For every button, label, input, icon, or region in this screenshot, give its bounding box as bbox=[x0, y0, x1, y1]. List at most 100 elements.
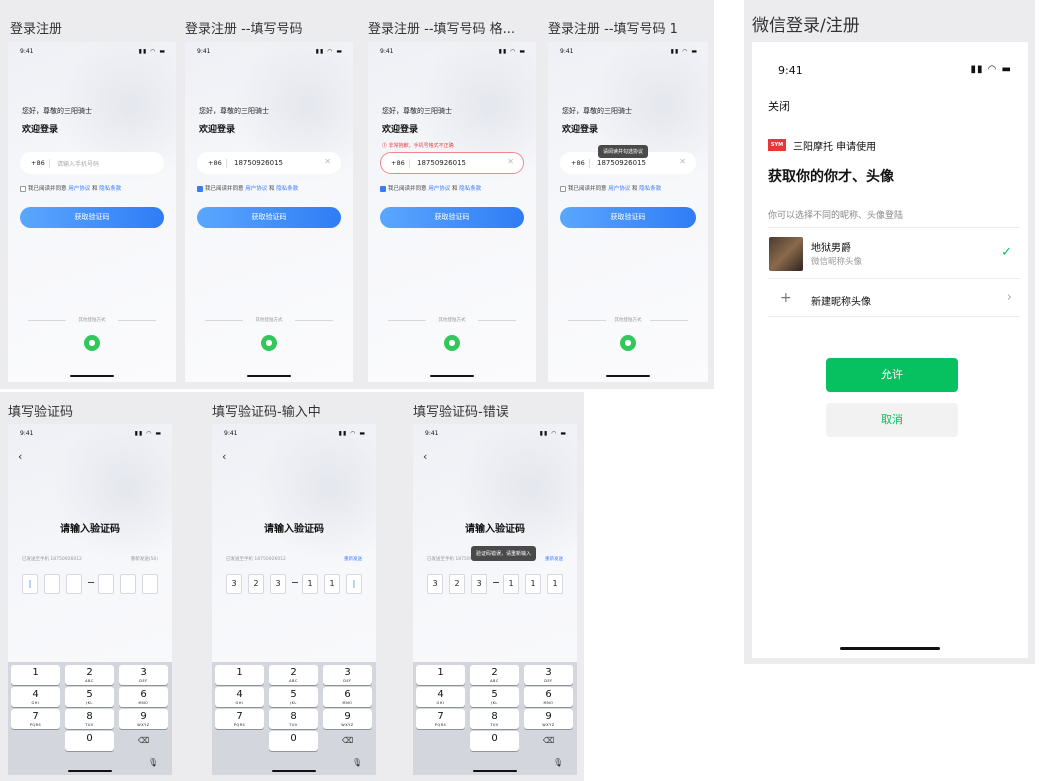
clear-icon[interactable]: ✕ bbox=[324, 157, 331, 166]
keypad-key[interactable]: 4 GHI bbox=[215, 687, 264, 707]
code-box[interactable]: 3 bbox=[427, 574, 443, 594]
cancel-button[interactable]: 取消 bbox=[826, 403, 958, 437]
keypad-key[interactable]: 9 WXYZ bbox=[323, 709, 372, 729]
phone-input[interactable]: +86 请输入手机号码 bbox=[20, 152, 164, 174]
keypad-key[interactable]: 5 JKL bbox=[470, 687, 519, 707]
keypad-key[interactable]: 3 DEF bbox=[524, 665, 573, 685]
resend-button[interactable]: 重新发送(56) bbox=[131, 556, 158, 562]
resend-button[interactable]: 重新发送 bbox=[545, 556, 563, 562]
microphone-icon[interactable]: 🎙 bbox=[553, 758, 563, 767]
keypad-key[interactable]: 4 GHI bbox=[416, 687, 465, 707]
keypad-key[interactable]: 2 ABC bbox=[65, 665, 114, 685]
phone-input[interactable]: +86 18750926015 ✕ bbox=[380, 152, 524, 174]
keypad-key[interactable]: 4 GHI bbox=[11, 687, 60, 707]
code-box[interactable]: | bbox=[346, 574, 362, 594]
keypad-key[interactable]: 7 PQRS bbox=[215, 709, 264, 729]
privacy-link[interactable]: 隐私条款 bbox=[639, 186, 661, 192]
privacy-link[interactable]: 隐私条款 bbox=[276, 186, 298, 192]
code-box[interactable] bbox=[120, 574, 136, 594]
keypad-key[interactable]: 5 JKL bbox=[65, 687, 114, 707]
code-box[interactable]: 3 bbox=[226, 574, 242, 594]
keypad-key[interactable]: 9 WXYZ bbox=[119, 709, 168, 729]
keypad-key[interactable]: 1 bbox=[11, 665, 60, 685]
close-button[interactable]: 关闭 bbox=[768, 98, 790, 114]
code-box[interactable]: 2 bbox=[449, 574, 465, 594]
chevron-right-icon[interactable]: › bbox=[1007, 290, 1012, 305]
code-box[interactable]: 1 bbox=[547, 574, 563, 594]
avatar[interactable] bbox=[769, 237, 803, 271]
country-code[interactable]: +86 bbox=[391, 159, 405, 167]
privacy-link[interactable]: 隐私条款 bbox=[99, 186, 121, 192]
get-code-button[interactable]: 获取验证码 bbox=[560, 207, 696, 228]
code-input[interactable]: | bbox=[22, 574, 162, 594]
user-agreement-link[interactable]: 用户协议 bbox=[428, 186, 450, 192]
new-nickname-option[interactable]: 新建昵称头像 bbox=[811, 293, 871, 308]
country-code[interactable]: +86 bbox=[31, 159, 45, 167]
clear-icon[interactable]: ✕ bbox=[679, 157, 686, 166]
user-agreement-link[interactable]: 用户协议 bbox=[608, 186, 630, 192]
code-box[interactable]: 2 bbox=[248, 574, 264, 594]
back-icon[interactable]: ‹ bbox=[423, 450, 427, 463]
keypad-key[interactable]: 6 MNO bbox=[119, 687, 168, 707]
backspace-icon[interactable]: ⌫ bbox=[138, 736, 149, 745]
code-box[interactable]: 1 bbox=[302, 574, 318, 594]
keypad-key[interactable]: 0 bbox=[470, 731, 519, 751]
backspace-icon[interactable]: ⌫ bbox=[342, 736, 353, 745]
keypad-key[interactable]: 6 MNO bbox=[524, 687, 573, 707]
keypad-key[interactable]: 0 bbox=[269, 731, 318, 751]
keypad-key[interactable]: 1 bbox=[416, 665, 465, 685]
backspace-icon[interactable]: ⌫ bbox=[543, 736, 554, 745]
keypad-key[interactable]: 9 WXYZ bbox=[524, 709, 573, 729]
privacy-link[interactable]: 隐私条款 bbox=[459, 186, 481, 192]
keypad-key[interactable]: 7 PQRS bbox=[416, 709, 465, 729]
keypad-key[interactable]: 6 MNO bbox=[323, 687, 372, 707]
microphone-icon[interactable]: 🎙 bbox=[148, 758, 158, 767]
plus-icon[interactable]: + bbox=[780, 290, 792, 306]
back-icon[interactable]: ‹ bbox=[18, 450, 22, 463]
agree-checkbox[interactable] bbox=[197, 185, 203, 192]
wechat-login-icon[interactable]: ● bbox=[261, 335, 277, 351]
get-code-button[interactable]: 获取验证码 bbox=[20, 207, 164, 228]
code-input[interactable]: 3 2 3 1 1 | bbox=[226, 574, 366, 594]
user-agreement-link[interactable]: 用户协议 bbox=[245, 186, 267, 192]
keypad-key[interactable]: 8 TUV bbox=[470, 709, 519, 729]
code-box[interactable]: 1 bbox=[525, 574, 541, 594]
get-code-button[interactable]: 获取验证码 bbox=[197, 207, 341, 228]
keypad-key[interactable]: 8 TUV bbox=[269, 709, 318, 729]
phone-input[interactable]: +86 18750926015 ✕ bbox=[197, 152, 341, 174]
keypad-key[interactable]: 3 DEF bbox=[119, 665, 168, 685]
code-box[interactable] bbox=[44, 574, 60, 594]
keypad-key[interactable]: 8 TUV bbox=[65, 709, 114, 729]
back-icon[interactable]: ‹ bbox=[222, 450, 226, 463]
keypad-key[interactable]: 5 JKL bbox=[269, 687, 318, 707]
wechat-login-icon[interactable]: ● bbox=[84, 335, 100, 351]
code-box[interactable]: 1 bbox=[503, 574, 519, 594]
keypad-key[interactable]: 3 DEF bbox=[323, 665, 372, 685]
wechat-login-icon[interactable]: ● bbox=[444, 335, 460, 351]
keypad-key[interactable]: 1 bbox=[215, 665, 264, 685]
agree-checkbox[interactable] bbox=[20, 185, 26, 192]
keypad-key[interactable]: 7 PQRS bbox=[11, 709, 60, 729]
keypad-key[interactable]: 2 ABC bbox=[470, 665, 519, 685]
code-box[interactable] bbox=[66, 574, 82, 594]
code-box[interactable]: 3 bbox=[270, 574, 286, 594]
clear-icon[interactable]: ✕ bbox=[507, 157, 514, 166]
keypad-key[interactable]: 2 ABC bbox=[269, 665, 318, 685]
code-box[interactable]: 1 bbox=[324, 574, 340, 594]
code-box[interactable]: | bbox=[22, 574, 38, 594]
agree-checkbox[interactable] bbox=[380, 185, 386, 192]
code-box[interactable]: 3 bbox=[471, 574, 487, 594]
microphone-icon[interactable]: 🎙 bbox=[352, 758, 362, 767]
allow-button[interactable]: 允许 bbox=[826, 358, 958, 392]
nickname[interactable]: 地狱男爵 bbox=[811, 239, 851, 254]
wechat-login-icon[interactable]: ● bbox=[620, 335, 636, 351]
user-agreement-link[interactable]: 用户协议 bbox=[68, 186, 90, 192]
country-code[interactable]: +86 bbox=[208, 159, 222, 167]
agree-checkbox[interactable] bbox=[560, 185, 566, 192]
code-box[interactable] bbox=[142, 574, 158, 594]
code-input[interactable]: 323111 bbox=[427, 574, 567, 594]
get-code-button[interactable]: 获取验证码 bbox=[380, 207, 524, 228]
keypad-key[interactable]: 0 bbox=[65, 731, 114, 751]
country-code[interactable]: +86 bbox=[571, 159, 585, 167]
resend-button[interactable]: 重新发送 bbox=[344, 556, 362, 562]
